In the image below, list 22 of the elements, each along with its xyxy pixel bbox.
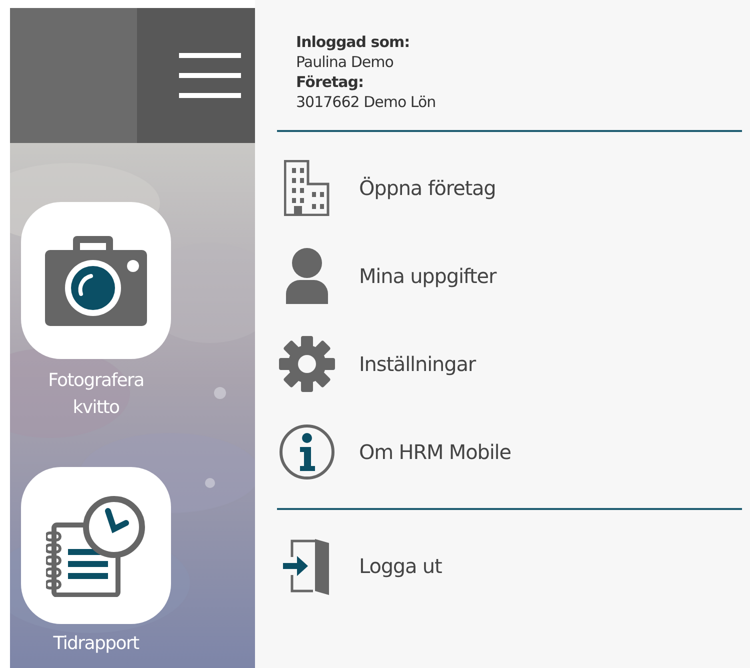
menu-item[interactable]: Öppna företag: [277, 144, 742, 232]
app-tile[interactable]: [21, 202, 171, 359]
logout-icon: [283, 537, 331, 595]
user-name: Paulina Demo: [296, 52, 394, 72]
user-label: Inloggad som:: [296, 32, 410, 52]
menu-item[interactable]: Inställningar: [277, 320, 742, 408]
logout-item[interactable]: Logga ut: [277, 522, 742, 610]
building-icon: [284, 160, 330, 216]
menu-icon: [179, 52, 241, 98]
camera-icon: [45, 236, 147, 326]
tile-label: Fotografera kvitto: [48, 369, 144, 420]
menu-item[interactable]: Om HRM Mobile: [277, 408, 742, 496]
timesheet-icon: [46, 494, 146, 596]
menu-button[interactable]: [137, 8, 255, 143]
company-name: 3017662 Demo Lön: [296, 92, 436, 112]
person-icon: [286, 248, 328, 304]
company-label: Företag:: [296, 72, 364, 92]
settings-icon: [279, 336, 335, 392]
tile-label: Tidrapport: [53, 632, 139, 656]
info-icon: [279, 424, 335, 480]
app-tile[interactable]: [21, 467, 171, 624]
menu-item[interactable]: Mina uppgifter: [277, 232, 742, 320]
